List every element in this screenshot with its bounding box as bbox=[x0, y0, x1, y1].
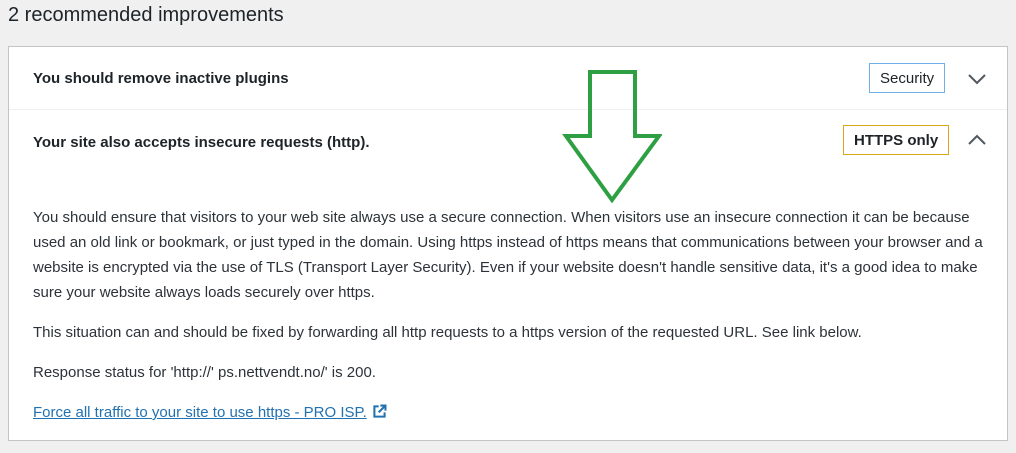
security-badge: Security bbox=[869, 63, 946, 93]
force-https-link[interactable]: Force all traffic to your site to use ht… bbox=[33, 404, 367, 421]
chevron-up-icon[interactable] bbox=[965, 128, 989, 152]
description-paragraph: You should ensure that visitors to your … bbox=[33, 209, 983, 301]
accordion-title[interactable]: You should remove inactive plugins bbox=[33, 70, 289, 87]
response-status-text: Response status for 'http://' ps.nettven… bbox=[33, 364, 376, 381]
accordion-item-insecure-requests[interactable]: Your site also accepts insecure requests… bbox=[9, 110, 1007, 174]
accordion-item-inactive-plugins[interactable]: You should remove inactive plugins Secur… bbox=[9, 47, 1007, 110]
page-heading: 2 recommended improvements bbox=[8, 4, 284, 26]
https-only-badge: HTTPS only bbox=[843, 125, 950, 155]
fix-paragraph: This situation can and should be fixed b… bbox=[33, 324, 862, 341]
accordion-title[interactable]: Your site also accepts insecure requests… bbox=[33, 134, 370, 151]
improvements-panel: You should remove inactive plugins Secur… bbox=[8, 46, 1008, 441]
link-paragraph: Force all traffic to your site to use ht… bbox=[33, 400, 983, 425]
external-link-icon[interactable] bbox=[371, 403, 388, 420]
site-health-page: 2 recommended improvements You should re… bbox=[0, 0, 1016, 453]
chevron-down-icon[interactable] bbox=[965, 67, 989, 91]
